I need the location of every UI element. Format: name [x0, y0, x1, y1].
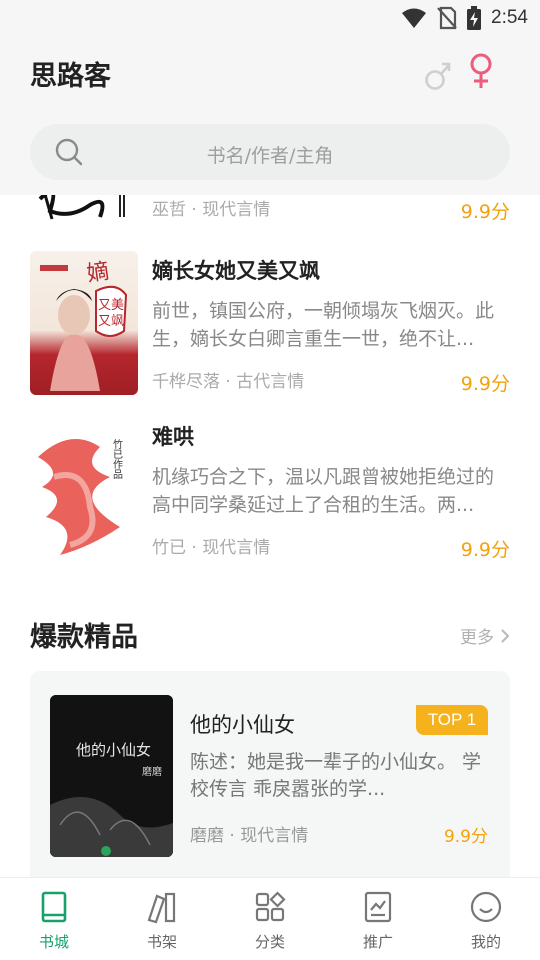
tab-label: 推广 — [362, 933, 393, 951]
book-cover — [30, 195, 138, 223]
featured-book-price: 9.9分 — [443, 827, 488, 847]
book-meta: 竹已 · 现代言情 — [152, 538, 271, 558]
tab-label: 分类 — [254, 933, 285, 951]
book-description: 机缘巧合之下，温以凡跟曾被她拒绝过的高中同学桑延过上了合租的生活。两... — [152, 466, 495, 516]
featured-book-description: 陈述：她是我一辈子的小仙女。 学校传言 乖戾嚣张的学... — [190, 751, 482, 800]
book-list-item[interactable]: 又美 又飒 嫡 嫡长女她又美又飒 前世，镇国公府，一朝倾塌灰飞烟灭。此生，嫡长女… — [0, 251, 540, 401]
tab-label: 我的 — [470, 933, 501, 951]
more-label: 更多 — [460, 628, 494, 648]
app-title: 思路客 — [30, 61, 111, 92]
status-icons: 2:54 — [401, 4, 528, 32]
svg-text:又飒: 又飒 — [98, 314, 124, 329]
category-icon — [255, 891, 286, 922]
tab-bookshelf[interactable]: 书架 — [108, 878, 216, 960]
book-description: 前世，镇国公府，一朝倾塌灰飞烟灭。此生，嫡长女白卿言重生一世，绝不让... — [152, 300, 495, 350]
book-price: 9.9分 — [460, 373, 510, 395]
search-placeholder: 书名/作者/主角 — [206, 145, 334, 167]
status-time: 2:54 — [491, 7, 528, 28]
book-list-item[interactable]: 竹已作品 难哄 机缘巧合之下，温以凡跟曾被她拒绝过的高中同学桑延过上了合租的生活… — [0, 417, 540, 567]
book-title: 嫡长女她又美又飒 — [152, 259, 320, 283]
tab-bookstore[interactable]: 书城 — [0, 878, 108, 960]
wifi-icon — [402, 8, 427, 28]
book-list-item[interactable]: 巫哲 · 现代言情 9.9分 — [0, 195, 540, 229]
svg-text:嫡: 嫡 — [85, 259, 110, 287]
status-bar: 2:54 — [0, 0, 540, 36]
app-screen: 2:54 思路客 书名/作者/主角 巫哲 · 现代言情 9.9分 又美 又飒 嫡… — [0, 0, 540, 960]
top-rank-badge: TOP 1 — [416, 705, 488, 735]
bookshelf-icon — [147, 892, 176, 924]
book-meta: 巫哲 · 现代言情 — [152, 200, 271, 220]
search-bar[interactable]: 书名/作者/主角 — [30, 124, 510, 180]
book-price: 9.9分 — [460, 201, 510, 223]
svg-text:竹已作品: 竹已作品 — [111, 438, 123, 480]
book-icon — [41, 891, 67, 923]
book-price: 9.9分 — [460, 539, 510, 561]
cover-title: 他的小仙女 — [76, 741, 151, 759]
book-cover: 又美 又飒 嫡 — [30, 251, 138, 395]
promote-icon — [364, 891, 392, 923]
featured-book-title: 他的小仙女 — [190, 713, 295, 737]
bottom-tab-bar: 书城 书架 分类 推广 我的 — [0, 877, 540, 960]
tab-profile[interactable]: 我的 — [432, 878, 540, 960]
header: 思路客 书名/作者/主角 — [0, 36, 540, 195]
section-title: 爆款精品 — [30, 622, 138, 653]
featured-book-card[interactable]: 他的小仙女 磨磨 他的小仙女 TOP 1 陈述：她是我一辈子的小仙女。 学校传言… — [30, 671, 510, 877]
featured-book-cover: 他的小仙女 磨磨 — [50, 695, 173, 857]
book-cover: 竹已作品 — [30, 417, 138, 561]
content-area[interactable]: 巫哲 · 现代言情 9.9分 又美 又飒 嫡 嫡长女她又美又飒 前世，镇国公府，… — [0, 195, 540, 877]
tab-promote[interactable]: 推广 — [324, 878, 432, 960]
cover-title-text: 又美 — [98, 298, 124, 313]
tab-label: 书架 — [146, 933, 177, 951]
chevron-right-icon — [501, 628, 510, 643]
more-link[interactable]: 更多 — [460, 623, 510, 648]
book-title: 难哄 — [152, 425, 194, 449]
featured-book-meta: 磨磨 · 现代言情 — [190, 826, 309, 846]
battery-charging-icon — [467, 6, 482, 30]
cover-author: 磨磨 — [142, 766, 162, 778]
tab-label: 书城 — [38, 933, 69, 951]
female-icon[interactable] — [466, 52, 496, 90]
tab-category[interactable]: 分类 — [216, 878, 324, 960]
profile-icon — [470, 891, 502, 923]
male-icon[interactable] — [424, 58, 452, 92]
book-meta: 千桦尽落 · 古代言情 — [152, 372, 305, 392]
no-sim-icon — [437, 6, 457, 30]
